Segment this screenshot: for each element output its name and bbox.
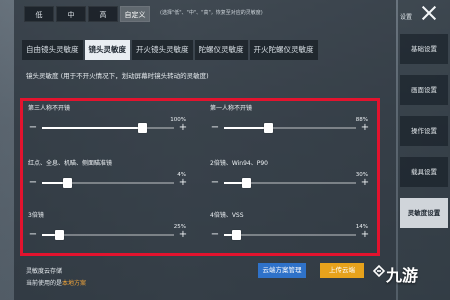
preset-selector: 低 中 高 自定义 bbox=[24, 6, 150, 22]
slider-control: − + bbox=[28, 230, 188, 240]
slider-control: − + bbox=[210, 178, 370, 188]
slider-label: 4倍镜、VSS bbox=[210, 212, 244, 219]
slider-track[interactable] bbox=[42, 123, 174, 133]
tab-camera[interactable]: 镜头灵敏度 bbox=[84, 40, 130, 60]
sidebar-item-sensitivity[interactable]: 灵敏度设置 bbox=[400, 198, 448, 228]
preset-low-button[interactable]: 低 bbox=[24, 6, 54, 22]
minus-button[interactable]: − bbox=[210, 230, 220, 240]
plus-button[interactable]: + bbox=[178, 230, 188, 240]
cloud-storage-label: 灵敏度云存储 bbox=[26, 268, 63, 275]
plus-button[interactable]: + bbox=[360, 178, 370, 188]
preset-medium-button[interactable]: 中 bbox=[56, 6, 86, 22]
slider-fill bbox=[42, 127, 143, 129]
sidebar-item-basic[interactable]: 基础设置 bbox=[400, 34, 448, 64]
preset-hint: (选择"低"、"中"、"高"，恢复至对应的灵敏度) bbox=[160, 10, 263, 16]
slider-control: − + bbox=[28, 178, 188, 188]
sidebar-title: 设置 bbox=[400, 14, 413, 21]
slider-handle[interactable] bbox=[263, 123, 273, 133]
slider-control: − + bbox=[210, 230, 370, 240]
cloud-manage-button[interactable]: 云端方案管理 bbox=[258, 263, 306, 278]
slider-control: − + bbox=[28, 123, 188, 133]
preset-custom-button[interactable]: 自定义 bbox=[120, 6, 150, 22]
slider-track[interactable] bbox=[42, 178, 174, 188]
slider-label: 2倍镜、Win94、P90 bbox=[210, 160, 268, 167]
plus-button[interactable]: + bbox=[360, 123, 370, 133]
minus-button[interactable]: − bbox=[210, 123, 220, 133]
minus-button[interactable]: − bbox=[28, 123, 38, 133]
slider-label: 红点、全息、机瞄、侧面瞄准镜 bbox=[28, 160, 113, 167]
plus-button[interactable]: + bbox=[360, 230, 370, 240]
slider-track[interactable] bbox=[224, 123, 356, 133]
slider-2x-scope: 2倍镜、Win94、P90 30% − + bbox=[210, 158, 370, 188]
minus-button[interactable]: − bbox=[28, 230, 38, 240]
tab-fire-gyroscope[interactable]: 开火陀螺仪灵敏度 bbox=[249, 40, 318, 60]
slider-first-person: 第一人称不开镜 88% − + bbox=[210, 103, 370, 133]
sensitivity-tabs: 自由镜头灵敏度 镜头灵敏度 开火镜头灵敏度 陀螺仪灵敏度 开火陀螺仪灵敏度 bbox=[22, 40, 318, 60]
current-scheme: 当前使用的是本地方案 bbox=[26, 278, 86, 287]
tab-fire-camera[interactable]: 开火镜头灵敏度 bbox=[132, 40, 193, 60]
sidebar-item-graphics[interactable]: 画面设置 bbox=[400, 75, 448, 105]
minus-button[interactable]: − bbox=[28, 178, 38, 188]
minus-button[interactable]: − bbox=[210, 178, 220, 188]
current-scheme-prefix: 当前使用的是 bbox=[26, 280, 63, 287]
slider-label: 第三人称不开镜 bbox=[28, 105, 71, 112]
slider-track[interactable] bbox=[224, 178, 356, 188]
slider-red-dot: 红点、全息、机瞄、侧面瞄准镜 4% − + bbox=[28, 158, 188, 188]
preset-high-button[interactable]: 高 bbox=[88, 6, 118, 22]
upload-cloud-button[interactable]: 上传云端 bbox=[320, 263, 364, 278]
slider-handle[interactable] bbox=[63, 178, 73, 188]
sidebar-item-vehicle[interactable]: 载具设置 bbox=[400, 157, 448, 187]
slider-label: 第一人称不开镜 bbox=[210, 105, 253, 112]
slider-track[interactable] bbox=[224, 230, 356, 240]
sidebar-item-controls[interactable]: 操作设置 bbox=[400, 116, 448, 146]
current-scheme-value: 本地方案 bbox=[62, 280, 87, 287]
slider-control: − + bbox=[210, 123, 370, 133]
tab-gyroscope[interactable]: 陀螺仪灵敏度 bbox=[194, 40, 248, 60]
watermark-logo-icon bbox=[372, 264, 386, 278]
slider-4x-scope: 4倍镜、VSS 14% − + bbox=[210, 210, 370, 240]
section-title: 镜头灵敏度 (用于不开火情况下，划动屏幕时镜头转动的灵敏度) bbox=[26, 72, 209, 80]
slider-label: 3倍镜 bbox=[28, 212, 44, 219]
plus-button[interactable]: + bbox=[178, 178, 188, 188]
slider-handle[interactable] bbox=[55, 230, 65, 240]
close-icon[interactable] bbox=[420, 4, 438, 22]
slider-track[interactable] bbox=[42, 230, 174, 240]
plus-button[interactable]: + bbox=[178, 123, 188, 133]
watermark-logo: 九游 bbox=[386, 266, 419, 285]
tab-free-camera[interactable]: 自由镜头灵敏度 bbox=[22, 40, 83, 60]
slider-3x-scope: 3倍镜 25% − + bbox=[28, 210, 188, 240]
slider-handle[interactable] bbox=[138, 123, 148, 133]
slider-handle[interactable] bbox=[242, 178, 252, 188]
slider-handle[interactable] bbox=[231, 230, 241, 240]
slider-third-person: 第三人称不开镜 100% − + bbox=[28, 103, 188, 133]
slider-fill bbox=[224, 127, 268, 129]
